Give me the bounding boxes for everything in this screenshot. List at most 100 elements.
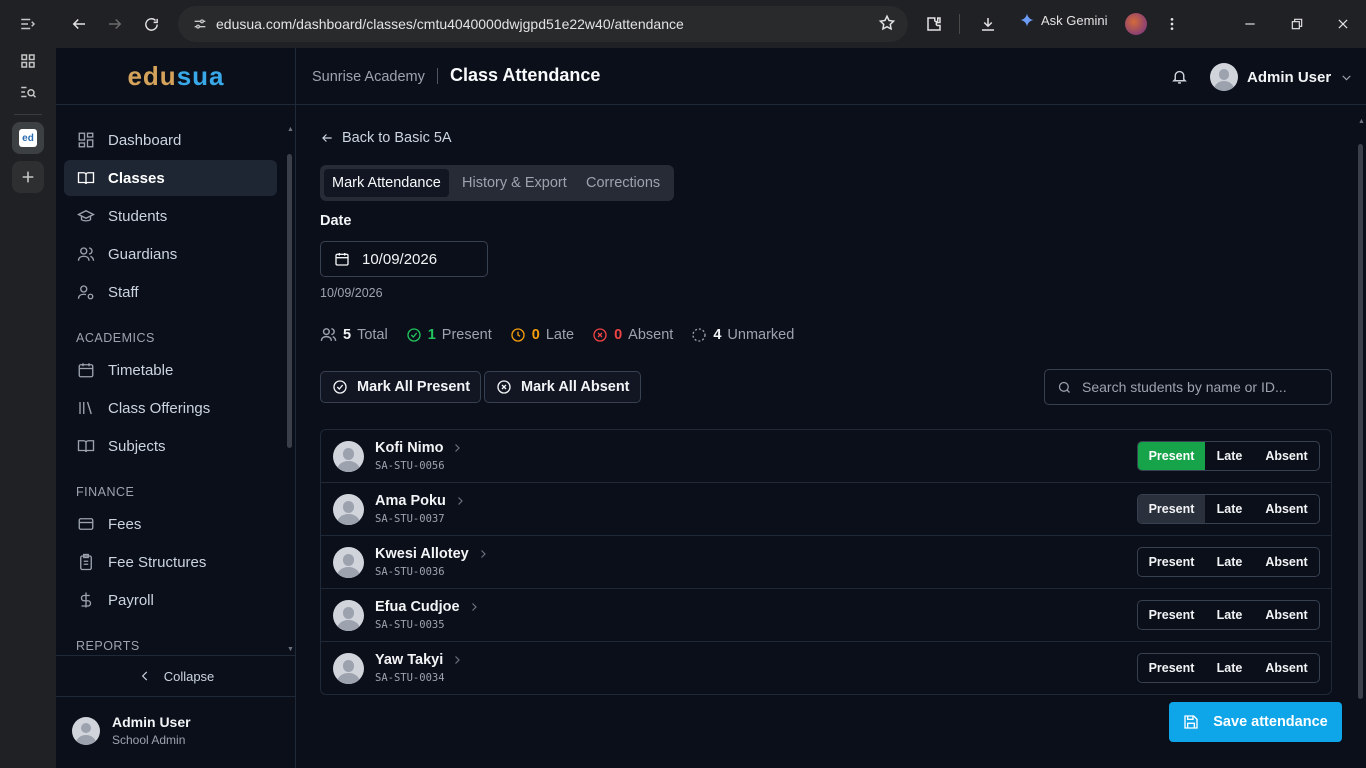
student-avatar	[333, 600, 364, 631]
present-option[interactable]: Present	[1138, 442, 1205, 470]
browser-menu-icon[interactable]	[1156, 8, 1188, 40]
sidebar-user-role: School Admin	[112, 733, 186, 747]
student-avatar	[333, 494, 364, 525]
tab-groups-icon[interactable]	[12, 45, 44, 77]
clock-icon	[511, 327, 525, 342]
status-toggle: Present Late Absent	[1137, 653, 1320, 683]
status-toggle: Present Late Absent	[1137, 441, 1320, 471]
back-link[interactable]: Back to Basic 5A	[320, 130, 452, 146]
sidebar-item-staff[interactable]: Staff	[64, 274, 277, 310]
sidebar-item-timetable[interactable]: Timetable	[64, 352, 277, 388]
absent-option[interactable]: Absent	[1254, 601, 1319, 629]
user-avatar	[72, 716, 100, 745]
header-user-menu[interactable]: Admin User	[1210, 63, 1353, 91]
present-option[interactable]: Present	[1138, 548, 1205, 576]
minimize-window-icon[interactable]	[1234, 8, 1266, 40]
student-id: SA-STU-0036	[375, 566, 445, 578]
sidebar-item-students[interactable]: Students	[64, 198, 277, 234]
sidebar-item-payroll[interactable]: Payroll	[64, 582, 277, 618]
student-name: Efua Cudjoe	[375, 599, 460, 615]
late-option[interactable]: Late	[1205, 442, 1254, 470]
browser-profile-avatar[interactable]	[1125, 13, 1147, 35]
student-id: SA-STU-0035	[375, 619, 445, 631]
late-option[interactable]: Late	[1205, 601, 1254, 629]
present-option[interactable]: Present	[1138, 601, 1205, 629]
absent-option[interactable]: Absent	[1254, 495, 1319, 523]
save-attendance-label: Save attendance	[1213, 714, 1328, 730]
late-option[interactable]: Late	[1205, 495, 1254, 523]
tab-corrections[interactable]: Corrections	[586, 169, 660, 197]
section-reports: REPORTS	[76, 639, 140, 653]
absent-option[interactable]: Absent	[1254, 442, 1319, 470]
tab-search-icon[interactable]	[12, 76, 44, 108]
stat-late-count: 0	[531, 326, 540, 343]
sidebar-user[interactable]: Admin User School Admin	[72, 714, 191, 747]
save-attendance-button[interactable]: Save attendance	[1169, 702, 1342, 742]
site-settings-icon[interactable]	[188, 12, 212, 36]
main-scrollbar[interactable]	[1358, 144, 1363, 699]
chevron-right-icon	[455, 444, 461, 452]
x-circle-icon	[593, 327, 607, 342]
stat-total: 5 Total	[320, 326, 388, 343]
student-name: Kofi Nimo	[375, 440, 444, 456]
present-option[interactable]: Present	[1138, 495, 1205, 523]
student-name-link[interactable]: Kwesi Allotey	[375, 546, 489, 562]
bookmark-star-icon[interactable]	[878, 14, 896, 32]
dashed-circle-icon	[692, 327, 706, 342]
reload-button[interactable]	[135, 8, 167, 40]
mark-all-present-button[interactable]: Mark All Present	[320, 371, 482, 403]
student-name-link[interactable]: Ama Poku	[375, 493, 466, 509]
status-toggle: Present Late Absent	[1137, 600, 1320, 630]
date-caption: 10/09/2026	[320, 286, 383, 300]
absent-option[interactable]: Absent	[1254, 654, 1319, 682]
new-tab-button[interactable]	[12, 161, 44, 193]
mark-all-absent-button[interactable]: Mark All Absent	[484, 371, 641, 403]
sidebar-item-subjects[interactable]: Subjects	[64, 428, 277, 464]
tab-mark-attendance[interactable]: Mark Attendance	[324, 169, 449, 197]
restore-window-icon[interactable]	[1281, 8, 1313, 40]
sidebar-item-fees[interactable]: Fees	[64, 506, 277, 542]
address-bar[interactable]: edusua.com/dashboard/classes/cmtu4040000…	[178, 6, 908, 42]
ask-gemini-button[interactable]: Ask Gemini	[1019, 12, 1107, 28]
student-name-link[interactable]: Kofi Nimo	[375, 440, 463, 456]
save-icon	[1184, 715, 1198, 729]
late-option[interactable]: Late	[1205, 548, 1254, 576]
sidebar-item-guardians[interactable]: Guardians	[64, 236, 277, 272]
forward-nav-button[interactable]	[99, 8, 131, 40]
breadcrumb-school[interactable]: Sunrise Academy	[312, 69, 425, 85]
library-icon	[79, 401, 92, 415]
collapse-tabs-icon[interactable]	[12, 8, 44, 40]
edusua-logo[interactable]: edu sua	[56, 48, 296, 105]
date-picker[interactable]: 10/09/2026	[320, 241, 488, 277]
tab-history-export[interactable]: History & Export	[462, 169, 567, 197]
student-list: Kofi Nimo SA-STU-0056 Present Late Absen…	[320, 429, 1332, 695]
date-value: 10/09/2026	[362, 250, 438, 268]
late-option[interactable]: Late	[1205, 654, 1254, 682]
stat-late: 0 Late	[510, 327, 574, 343]
downloads-icon[interactable]	[972, 8, 1004, 40]
absent-option[interactable]: Absent	[1254, 548, 1319, 576]
extensions-icon[interactable]	[918, 8, 950, 40]
search-icon	[1058, 381, 1070, 393]
sidebar-item-label: Fees	[108, 515, 142, 533]
student-name-link[interactable]: Yaw Takyi	[375, 652, 463, 668]
student-row: Kwesi Allotey SA-STU-0036 Present Late A…	[321, 536, 1331, 589]
sidebar-item-classes[interactable]: Classes	[64, 160, 277, 196]
breadcrumb-divider	[437, 68, 438, 84]
close-window-icon[interactable]	[1327, 8, 1359, 40]
sidebar-item-dashboard[interactable]: Dashboard	[64, 122, 277, 158]
student-name: Ama Poku	[375, 493, 446, 509]
reload-icon	[144, 17, 158, 31]
sidebar-item-fee-structures[interactable]: Fee Structures	[64, 544, 277, 580]
main-scroll-up-icon[interactable]: ▲	[1358, 118, 1365, 125]
back-nav-button[interactable]	[63, 8, 95, 40]
stat-total-label: Total	[357, 326, 388, 343]
sidebar-item-class-offerings[interactable]: Class Offerings	[64, 390, 277, 426]
dollar-icon	[80, 592, 92, 608]
edusua-tab[interactable]: ed	[12, 122, 44, 154]
student-name-link[interactable]: Efua Cudjoe	[375, 599, 480, 615]
present-option[interactable]: Present	[1138, 654, 1205, 682]
notifications-bell-icon[interactable]	[1171, 68, 1188, 85]
student-search-input[interactable]: Search students by name or ID...	[1044, 369, 1332, 405]
collapse-sidebar-button[interactable]: Collapse	[56, 655, 296, 697]
